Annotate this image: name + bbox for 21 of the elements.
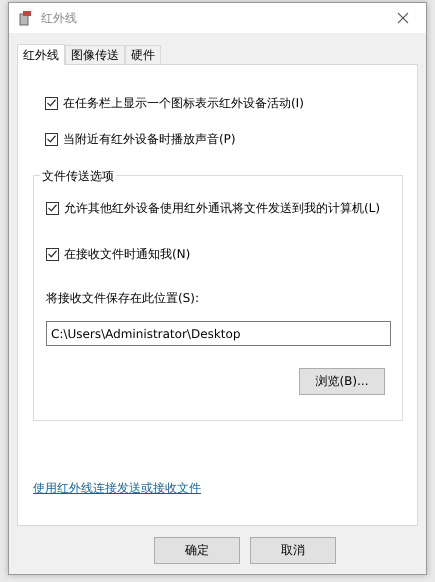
infrared-icon [19,10,33,26]
tab[interactable]: 红外线 [17,44,65,65]
checkbox[interactable] [45,96,58,110]
group-title: 文件传送选项 [40,168,116,185]
checkbox-label: 在接收文件时通知我(N) [64,246,190,262]
help-link[interactable]: 使用红外线连接发送或接收文件 [33,480,403,497]
browse-button[interactable]: 浏览(B)... [299,368,385,395]
tab[interactable]: 硬件 [125,45,161,64]
window-title: 红外线 [41,10,78,26]
tab[interactable]: 图像传送 [65,45,125,64]
path-field[interactable]: C:\Users\Administrator\Desktop [46,321,391,346]
checkbox[interactable] [46,202,59,214]
checkbox[interactable] [46,248,59,260]
checkbox-label: 在任务栏上显示一个图标表示红外设备活动(I) [63,94,304,112]
cancel-button[interactable]: 取消 [250,537,336,564]
checkbox[interactable] [45,132,58,146]
field-label: 将接收文件保存在此位置(S): [46,290,200,307]
close-icon [397,12,409,24]
ok-button[interactable]: 确定 [154,537,240,564]
checkbox-label: 当附近有红外设备时播放声音(P) [63,130,236,148]
checkbox-label: 允许其他红外设备使用红外通讯将文件发送到我的计算机(L) [64,200,380,216]
